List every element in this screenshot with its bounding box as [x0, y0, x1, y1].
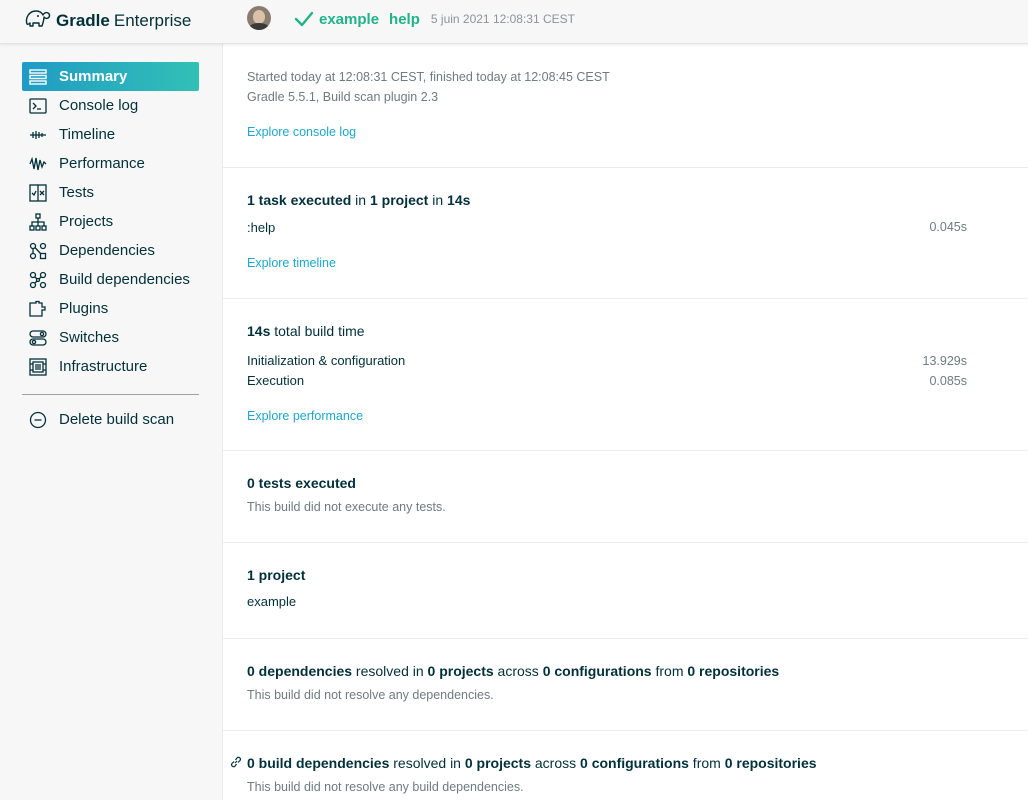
explore-performance-link[interactable]: Explore performance: [247, 409, 967, 423]
dependencies-icon: [29, 242, 47, 260]
task-duration: 0.045s: [929, 220, 967, 234]
sidebar-item-summary[interactable]: Summary: [22, 62, 199, 91]
sidebar-item-label: Switches: [59, 329, 120, 346]
phase-duration: 13.929s: [922, 354, 967, 368]
sidebar-item-label: Performance: [59, 155, 145, 172]
tests-icon: [29, 183, 47, 202]
sidebar-item-console-log[interactable]: Console log: [22, 91, 199, 120]
sidebar: Summary Console log Timeline Performance…: [0, 44, 223, 800]
phase-duration: 0.085s: [929, 374, 967, 388]
task-name[interactable]: help: [389, 11, 420, 28]
project-name[interactable]: example: [319, 11, 379, 28]
delete-build-scan-button[interactable]: Delete build scan: [22, 405, 199, 434]
build-time-row: Initialization & configuration 13.929s: [247, 351, 967, 371]
task-label: :help: [247, 220, 276, 235]
build-time-row: Execution 0.085s: [247, 371, 967, 391]
build-versions-text: Gradle 5.5.1, Build scan plugin 2.3: [247, 90, 439, 104]
minus-circle-icon: [29, 411, 47, 429]
sidebar-item-infrastructure[interactable]: Infrastructure: [22, 352, 199, 381]
sidebar-item-projects[interactable]: Projects: [22, 207, 199, 236]
performance-icon: [29, 155, 47, 173]
sidebar-item-label: Summary: [59, 68, 128, 85]
projects-title: 1 project: [247, 567, 306, 583]
tests-section: 0 tests executed This build did not exec…: [223, 451, 1028, 543]
sidebar-item-label: Projects: [59, 213, 114, 230]
dependencies-section: 0 dependencies resolved in 0 projects ac…: [223, 639, 1028, 731]
gradle-enterprise-logo[interactable]: Gradle Enterprise: [24, 6, 191, 36]
sidebar-item-label: Console log: [59, 97, 139, 114]
sidebar-nav: Summary Console log Timeline Performance…: [22, 62, 199, 381]
tasks-section: 1 task executed in 1 project in 14s :hel…: [223, 168, 1028, 299]
sidebar-item-tests[interactable]: Tests: [22, 178, 199, 207]
sidebar-item-label: Infrastructure: [59, 358, 148, 375]
build-dependencies-note: This build did not resolve any build dep…: [247, 780, 524, 794]
dependencies-title: 0 dependencies resolved in 0 projects ac…: [247, 663, 780, 679]
projects-section: 1 project example: [223, 543, 1028, 639]
link-icon[interactable]: [229, 755, 243, 769]
build-dependencies-section: 0 build dependencies resolved in 0 proje…: [223, 731, 1028, 800]
build-started-text: Started today at 12:08:31 CEST, finished…: [247, 70, 610, 84]
elephant-icon: [24, 8, 52, 35]
sidebar-item-dependencies[interactable]: Dependencies: [22, 236, 199, 265]
plugins-icon: [29, 300, 47, 318]
sidebar-item-label: Timeline: [59, 126, 116, 143]
build-dependencies-icon: [29, 271, 47, 289]
build-info-section: Started today at 12:08:31 CEST, finished…: [223, 44, 1028, 168]
switches-icon: [29, 329, 47, 347]
build-time-title: 14s total build time: [247, 323, 365, 339]
explore-timeline-link[interactable]: Explore timeline: [247, 256, 967, 270]
projects-icon: [29, 212, 47, 231]
explore-console-log-link[interactable]: Explore console log: [247, 125, 967, 139]
sidebar-item-performance[interactable]: Performance: [22, 149, 199, 178]
phase-label: Execution: [247, 373, 305, 388]
build-dependencies-title: 0 build dependencies resolved in 0 proje…: [247, 755, 817, 771]
brand-suffix: Enterprise: [113, 11, 192, 30]
console-icon: [29, 97, 47, 115]
timeline-icon: [29, 126, 47, 144]
avatar[interactable]: [247, 6, 271, 30]
sidebar-item-label: Tests: [59, 184, 95, 201]
sidebar-item-timeline[interactable]: Timeline: [22, 120, 199, 149]
check-icon: [294, 10, 314, 28]
top-bar: Gradle Enterprise example help 5 juin 20…: [0, 0, 1028, 44]
sidebar-item-label: Build dependencies: [59, 271, 190, 288]
sidebar-item-label: Dependencies: [59, 242, 155, 259]
phase-label: Initialization & configuration: [247, 353, 406, 368]
tests-note: This build did not execute any tests.: [247, 500, 446, 514]
infrastructure-icon: [29, 357, 47, 376]
build-timestamp: 5 juin 2021 12:08:31 CEST: [430, 12, 575, 26]
build-header: example help 5 juin 2021 12:08:31 CEST: [294, 8, 575, 30]
summary-icon: [29, 68, 47, 86]
sidebar-item-plugins[interactable]: Plugins: [22, 294, 199, 323]
sidebar-divider: [22, 394, 199, 395]
sidebar-item-switches[interactable]: Switches: [22, 323, 199, 352]
project-item[interactable]: example: [247, 594, 967, 609]
sidebar-item-label: Plugins: [59, 300, 109, 317]
delete-label: Delete build scan: [59, 411, 175, 428]
brand-name: Gradle: [56, 11, 110, 30]
summary-content: Started today at 12:08:31 CEST, finished…: [223, 44, 1028, 800]
tests-title: 0 tests executed: [247, 475, 356, 491]
tasks-title: 1 task executed in 1 project in 14s: [247, 192, 471, 208]
build-time-section: 14s total build time Initialization & co…: [223, 299, 1028, 451]
dependencies-note: This build did not resolve any dependenc…: [247, 688, 494, 702]
sidebar-item-build-dependencies[interactable]: Build dependencies: [22, 265, 199, 294]
task-row: :help 0.045s: [247, 220, 967, 235]
